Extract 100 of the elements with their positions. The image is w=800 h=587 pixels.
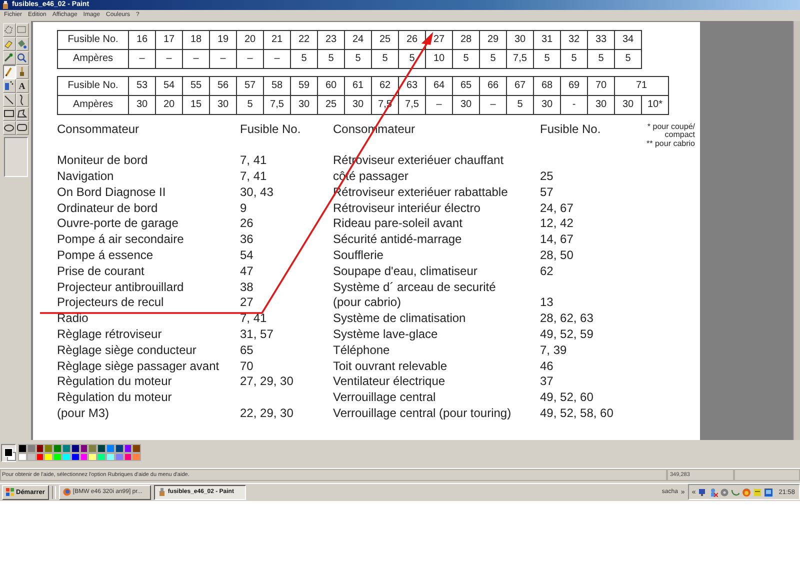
table-cell: 28	[452, 30, 480, 50]
table-cell: 25	[372, 30, 398, 50]
consumer-name: (pour cabrio)	[333, 295, 402, 312]
consumer-name: Navigation	[57, 169, 115, 185]
table-cell: 54	[156, 76, 182, 96]
color-swatch[interactable]	[97, 444, 106, 453]
fuse-numbers: 27, 29, 30	[240, 374, 294, 390]
column-header: Fusible No.	[240, 122, 302, 138]
table-cell: 16	[128, 30, 156, 50]
table-cell: –	[210, 49, 236, 68]
tool-button[interactable]: A	[16, 78, 28, 93]
table-cell: 63	[398, 76, 426, 96]
table-cell: 20	[236, 30, 264, 50]
fuse-numbers: 37	[540, 374, 554, 390]
table-cell: 30	[452, 95, 480, 114]
selection-icon	[16, 24, 28, 36]
table-cell: 34	[614, 30, 642, 50]
table-cell: 20	[156, 95, 182, 114]
lasso-icon	[3, 24, 15, 36]
fuse-numbers: 46	[540, 358, 554, 374]
table-cell: 32	[560, 30, 588, 50]
consumer-name: Téléphone	[333, 342, 391, 359]
table-cell: –	[236, 49, 264, 68]
consumer-name: Toit ouvrant relevable	[333, 358, 448, 374]
consumer-name: Soufflerie	[333, 248, 384, 264]
table-cell: 18	[182, 30, 210, 50]
rounded-rectangle-icon	[16, 122, 28, 134]
note-icon[interactable]	[752, 488, 762, 497]
color-swatch[interactable]	[62, 444, 71, 453]
table-cell: 25	[318, 95, 344, 114]
fuse-numbers: 7, 41	[240, 169, 268, 185]
fuse-numbers: 36	[240, 232, 254, 248]
consumer-name: Système d´ arceau de securité	[333, 280, 497, 296]
color-swatch[interactable]	[70, 444, 80, 453]
person-icon[interactable]	[708, 488, 718, 497]
table-cell: –	[182, 49, 210, 68]
paint-bucket-icon	[16, 38, 28, 50]
color-swatch[interactable]	[53, 444, 62, 453]
computer-icon[interactable]	[698, 488, 707, 497]
footnote: * pour coupé/ compact	[646, 122, 695, 140]
line-icon	[3, 94, 15, 106]
table-cell: 30	[506, 30, 534, 50]
table-cell: 61	[344, 76, 372, 96]
color-swatch[interactable]	[26, 444, 36, 453]
fuse-numbers: 30, 43	[240, 184, 274, 201]
color-swatch[interactable]	[18, 444, 27, 453]
table-cell: 33	[588, 30, 614, 50]
table-cell: 56	[210, 76, 236, 96]
table-cell: 21	[264, 30, 290, 50]
table-cell: 55	[182, 76, 210, 96]
table-cell: 5	[372, 49, 398, 68]
fuse-numbers: 57	[540, 184, 554, 201]
color-swatch[interactable]	[124, 444, 132, 453]
fuse-numbers: 7, 41	[240, 311, 268, 327]
table-cell: 5	[506, 95, 534, 114]
table-cell: -	[560, 95, 588, 114]
table-cell: 68	[534, 76, 560, 96]
fuse-numbers: 49, 52, 60	[540, 390, 594, 406]
table-cell: 66	[480, 76, 506, 96]
table-cell: 24	[344, 30, 372, 50]
fuse-numbers: 12, 42	[540, 216, 574, 232]
table-cell: 65	[452, 76, 480, 96]
table-cell: 10*	[642, 95, 668, 114]
table-cell: 5	[480, 49, 506, 68]
color-swatch[interactable]	[114, 444, 124, 453]
fuse-numbers: 38	[240, 280, 254, 296]
paint-icon	[2, 1, 9, 9]
foreground-color-swatch[interactable]	[4, 448, 13, 457]
consumer-name: Radio	[57, 311, 90, 327]
table-cell: 5	[588, 49, 614, 68]
consumer-name: Ordinateur de bord	[57, 200, 159, 216]
fuse-numbers: 54	[240, 248, 254, 264]
consumer-name: Verrouillage central	[333, 390, 437, 406]
table-cell: –	[264, 49, 290, 68]
color-swatch[interactable]	[44, 444, 54, 453]
consumer-name: Système lave-glace	[333, 326, 439, 343]
table-cell: 5	[398, 49, 426, 68]
consumer-name: Ouvre-porte de garage	[57, 216, 180, 232]
table-cell: –	[156, 49, 182, 68]
table-cell: Ampères	[58, 49, 128, 68]
screen-icon[interactable]	[764, 488, 773, 497]
color-swatch[interactable]	[80, 444, 88, 453]
table-cell: –	[128, 49, 156, 68]
disc-icon[interactable]	[720, 488, 729, 497]
options-panel	[4, 136, 28, 177]
table-cell: 71	[614, 76, 668, 96]
table-cell: 30	[588, 95, 614, 114]
table-cell: 53	[128, 76, 156, 96]
consumer-name: Soupape d'eau, climatiseur	[333, 264, 478, 280]
consumer-name: Sécurité antidé-marrage	[333, 232, 463, 248]
polygon-icon	[16, 108, 28, 120]
color-swatch[interactable]	[106, 444, 115, 453]
color-swatch[interactable]	[88, 444, 98, 453]
color-swatch[interactable]	[132, 444, 142, 453]
table-cell: Ampères	[58, 95, 128, 114]
consumer-name: Projecteur antibrouillard	[57, 280, 185, 296]
column-header: Fusible No.	[540, 122, 602, 138]
color-swatch[interactable]	[36, 444, 44, 453]
table-cell: 5	[344, 49, 372, 68]
table-cell: 5	[318, 49, 344, 68]
